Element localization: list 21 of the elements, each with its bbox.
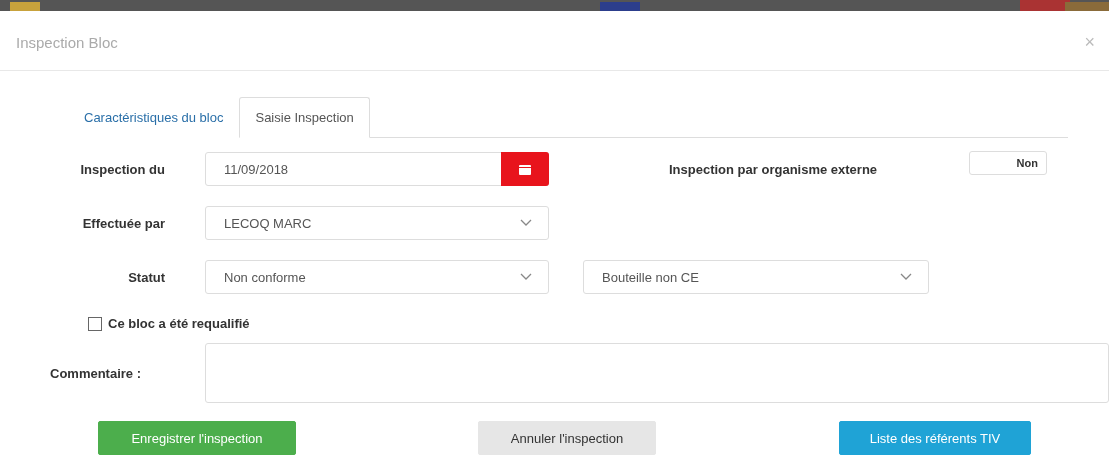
chevron-icon [900,273,912,281]
field-label: Effectuée par [81,215,165,231]
toggle-switch[interactable]: Non [969,151,1047,175]
select-field[interactable]: Non conforme [205,260,549,294]
field-label: Inspection du [79,161,165,177]
tab[interactable]: Saisie Inspection [239,97,370,138]
chevron-icon [520,219,532,227]
chevron-icon [520,273,532,281]
field-label: Inspection par organisme externe [669,161,879,177]
calendar-icon [519,163,531,175]
modal-title: Inspection Bloc [16,33,118,51]
action-button[interactable]: Annuler l'inspection [478,421,656,455]
field-label: Commentaire : [49,365,143,381]
comment-field[interactable] [205,343,1109,403]
field-label: Statut [127,269,165,285]
select-field[interactable]: Bouteille non CE [583,260,929,294]
checkbox-label: Ce bloc a été requalifié [108,316,250,331]
select-field[interactable]: LECOQ MARC [205,206,549,240]
checkbox[interactable] [88,316,102,331]
date-field[interactable]: 11/09/2018 [205,152,549,186]
calendar-button[interactable] [501,152,549,186]
